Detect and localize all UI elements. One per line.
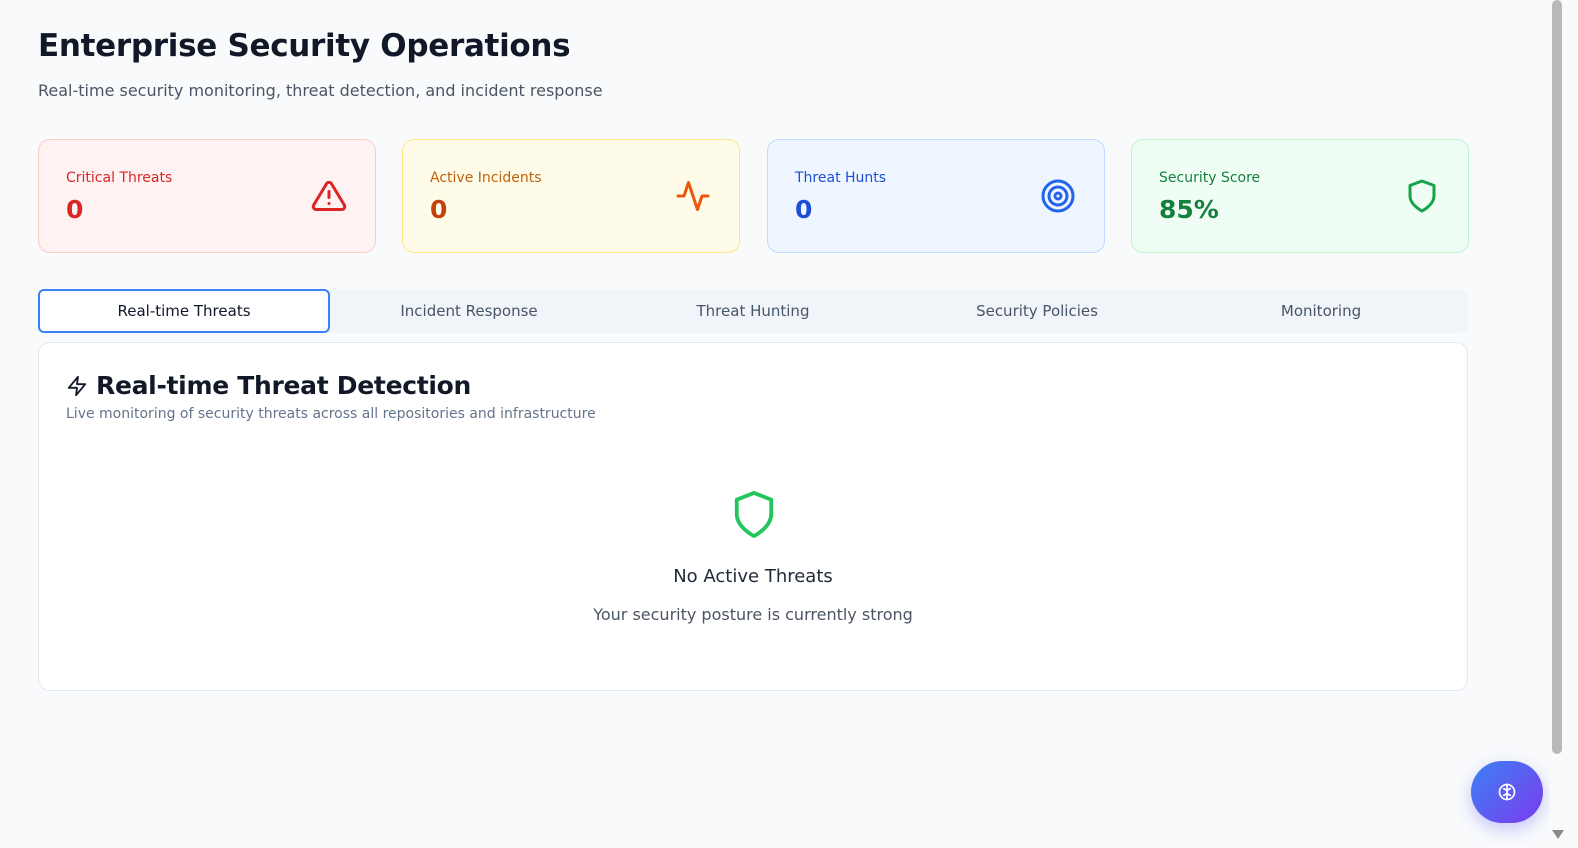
shield-icon xyxy=(734,491,774,538)
stat-value: 0 xyxy=(66,195,84,224)
scroll-thumb[interactable] xyxy=(1552,0,1562,754)
stat-label: Security Score xyxy=(1159,170,1261,186)
tab-real-time-threats[interactable]: Real-time Threats xyxy=(38,289,330,333)
threat-detection-panel: Real-time Threat Detection Live monitori… xyxy=(38,342,1468,691)
page-subtitle: Real-time security monitoring, threat de… xyxy=(38,81,603,100)
stat-value: 85% xyxy=(1159,195,1219,224)
brain-icon xyxy=(1498,783,1516,801)
alert-triangle-icon xyxy=(311,180,347,211)
scrollbar[interactable] xyxy=(1550,0,1564,848)
stat-card-security-score: Security Score 85% xyxy=(1131,139,1469,253)
stat-card-active-incidents: Active Incidents 0 xyxy=(402,139,740,253)
panel-header: Real-time Threat Detection xyxy=(66,371,471,400)
activity-icon xyxy=(676,181,710,211)
panel-title: Real-time Threat Detection xyxy=(96,371,472,400)
stat-label: Threat Hunts xyxy=(795,170,887,186)
stat-label: Active Incidents xyxy=(430,170,542,186)
page-title: Enterprise Security Operations xyxy=(38,28,571,64)
zap-icon xyxy=(67,375,87,396)
stat-value: 0 xyxy=(795,195,813,224)
tab-threat-hunting[interactable]: Threat Hunting xyxy=(610,289,896,333)
stat-card-critical-threats: Critical Threats 0 xyxy=(38,139,376,253)
empty-state-title: No Active Threats xyxy=(673,566,833,587)
scroll-down-arrow-icon[interactable] xyxy=(1552,830,1564,839)
empty-state-description: Your security posture is currently stron… xyxy=(593,605,913,624)
panel-description: Live monitoring of security threats acro… xyxy=(66,406,596,422)
tab-security-policies[interactable]: Security Policies xyxy=(894,289,1180,333)
stat-card-threat-hunts: Threat Hunts 0 xyxy=(767,139,1105,253)
assistant-button[interactable] xyxy=(1471,761,1543,823)
stat-label: Critical Threats xyxy=(66,170,173,186)
stat-value: 0 xyxy=(430,195,448,224)
target-icon xyxy=(1041,179,1075,213)
tab-incident-response[interactable]: Incident Response xyxy=(326,289,612,333)
shield-icon xyxy=(1408,179,1436,213)
tab-monitoring[interactable]: Monitoring xyxy=(1178,289,1464,333)
tab-bar: Real-time Threats Incident Response Thre… xyxy=(38,289,1468,333)
